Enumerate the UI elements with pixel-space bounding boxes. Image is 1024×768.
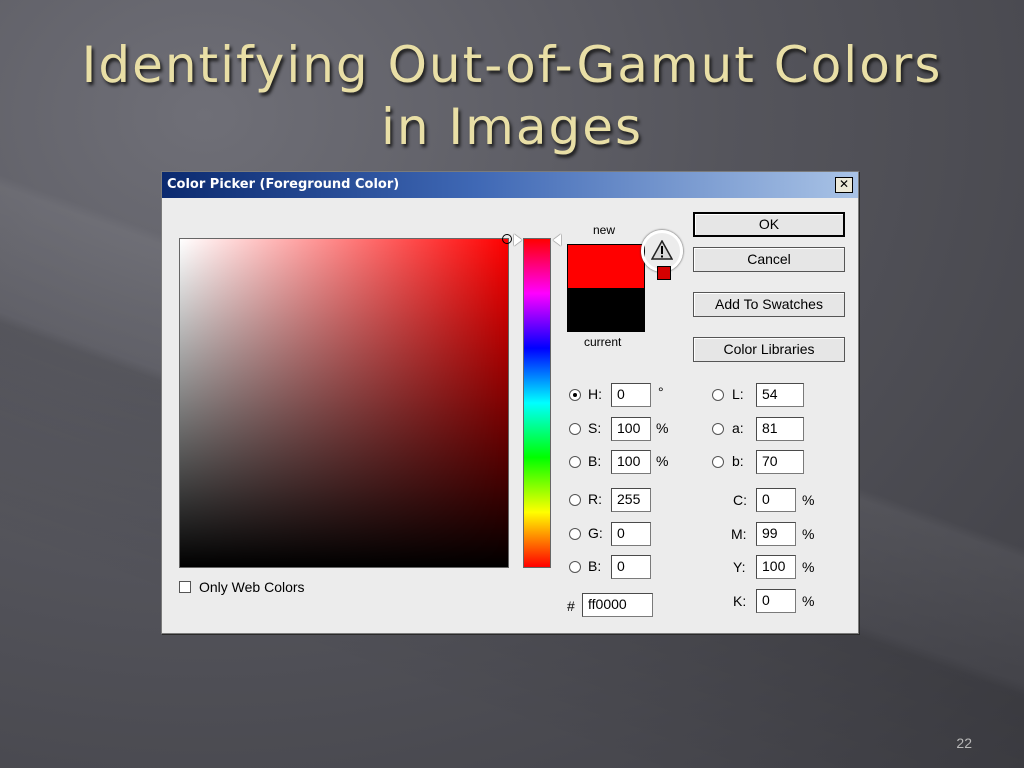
saturation-radio[interactable]	[569, 423, 581, 435]
red-input[interactable]: 255	[611, 488, 651, 512]
black-unit: %	[802, 593, 815, 609]
a-channel-label: a:	[732, 420, 744, 436]
add-to-swatches-button[interactable]: Add To Swatches	[693, 292, 845, 317]
cyan-input[interactable]: 0	[756, 488, 796, 512]
color-picker-dialog: Color Picker (Foreground Color) ✕ new cu…	[161, 171, 859, 634]
gamut-correction-swatch[interactable]	[657, 266, 671, 280]
magenta-input[interactable]: 99	[756, 522, 796, 546]
brightness-label: B:	[588, 453, 602, 469]
blue-radio[interactable]	[569, 561, 581, 573]
a-channel-radio[interactable]	[712, 423, 724, 435]
close-button[interactable]: ✕	[835, 177, 853, 193]
green-input[interactable]: 0	[611, 522, 651, 546]
b-channel-label: b:	[732, 453, 744, 469]
brightness-input[interactable]: 100	[611, 450, 651, 474]
b-channel-input[interactable]: 70	[756, 450, 804, 474]
slide-title-line-1: Identifying Out-of-Gamut Colors	[81, 36, 943, 94]
saturation-unit: %	[656, 420, 669, 436]
blue-input[interactable]: 0	[611, 555, 651, 579]
blue-label: B:	[588, 558, 602, 574]
hue-label: H:	[588, 386, 602, 402]
magenta-label: M:	[731, 526, 747, 542]
green-radio[interactable]	[569, 528, 581, 540]
red-radio[interactable]	[569, 494, 581, 506]
dialog-titlebar[interactable]: Color Picker (Foreground Color) ✕	[162, 172, 858, 198]
lightness-radio[interactable]	[712, 389, 724, 401]
green-label: G:	[588, 525, 603, 541]
current-color-swatch[interactable]	[567, 288, 645, 332]
yellow-label: Y:	[733, 559, 746, 575]
black-input[interactable]: 0	[756, 589, 796, 613]
yellow-input[interactable]: 100	[756, 555, 796, 579]
cancel-button[interactable]: Cancel	[693, 247, 845, 272]
color-libraries-button[interactable]: Color Libraries	[693, 337, 845, 362]
hex-input[interactable]: ff0000	[582, 593, 653, 617]
brightness-unit: %	[656, 453, 669, 469]
saturation-label: S:	[588, 420, 602, 436]
color-field-marker[interactable]	[502, 234, 512, 244]
magenta-unit: %	[802, 526, 815, 542]
hue-slider[interactable]	[523, 238, 551, 568]
only-web-colors-label: Only Web Colors	[199, 579, 305, 595]
page-number: 22	[956, 735, 972, 751]
slide-title-line-2: in Images	[380, 98, 644, 156]
current-color-label: current	[584, 335, 622, 349]
hue-slider-left-arrow-icon[interactable]	[514, 234, 522, 246]
lightness-label: L:	[732, 386, 744, 402]
hue-slider-right-arrow-icon[interactable]	[553, 234, 561, 246]
saturation-input[interactable]: 100	[611, 417, 651, 441]
cyan-label: C:	[733, 492, 747, 508]
hex-label: #	[567, 598, 575, 614]
hue-input[interactable]: 0	[611, 383, 651, 407]
only-web-colors-checkbox[interactable]	[179, 581, 191, 593]
cyan-unit: %	[802, 492, 815, 508]
ok-button[interactable]: OK	[693, 212, 845, 237]
lightness-input[interactable]: 54	[756, 383, 804, 407]
yellow-unit: %	[802, 559, 815, 575]
warning-triangle-icon[interactable]	[651, 240, 673, 260]
new-color-swatch	[567, 244, 645, 288]
b-channel-radio[interactable]	[712, 456, 724, 468]
a-channel-input[interactable]: 81	[756, 417, 804, 441]
new-color-label: new	[593, 223, 616, 237]
hue-unit: °	[658, 384, 664, 400]
slide-title: Identifying Out-of-Gamut Colors in Image…	[0, 34, 1024, 158]
brightness-radio[interactable]	[569, 456, 581, 468]
dialog-title: Color Picker (Foreground Color)	[167, 177, 400, 192]
hue-radio[interactable]	[569, 389, 581, 401]
saturation-brightness-field[interactable]	[179, 238, 509, 568]
black-label: K:	[733, 593, 747, 609]
red-label: R:	[588, 491, 602, 507]
